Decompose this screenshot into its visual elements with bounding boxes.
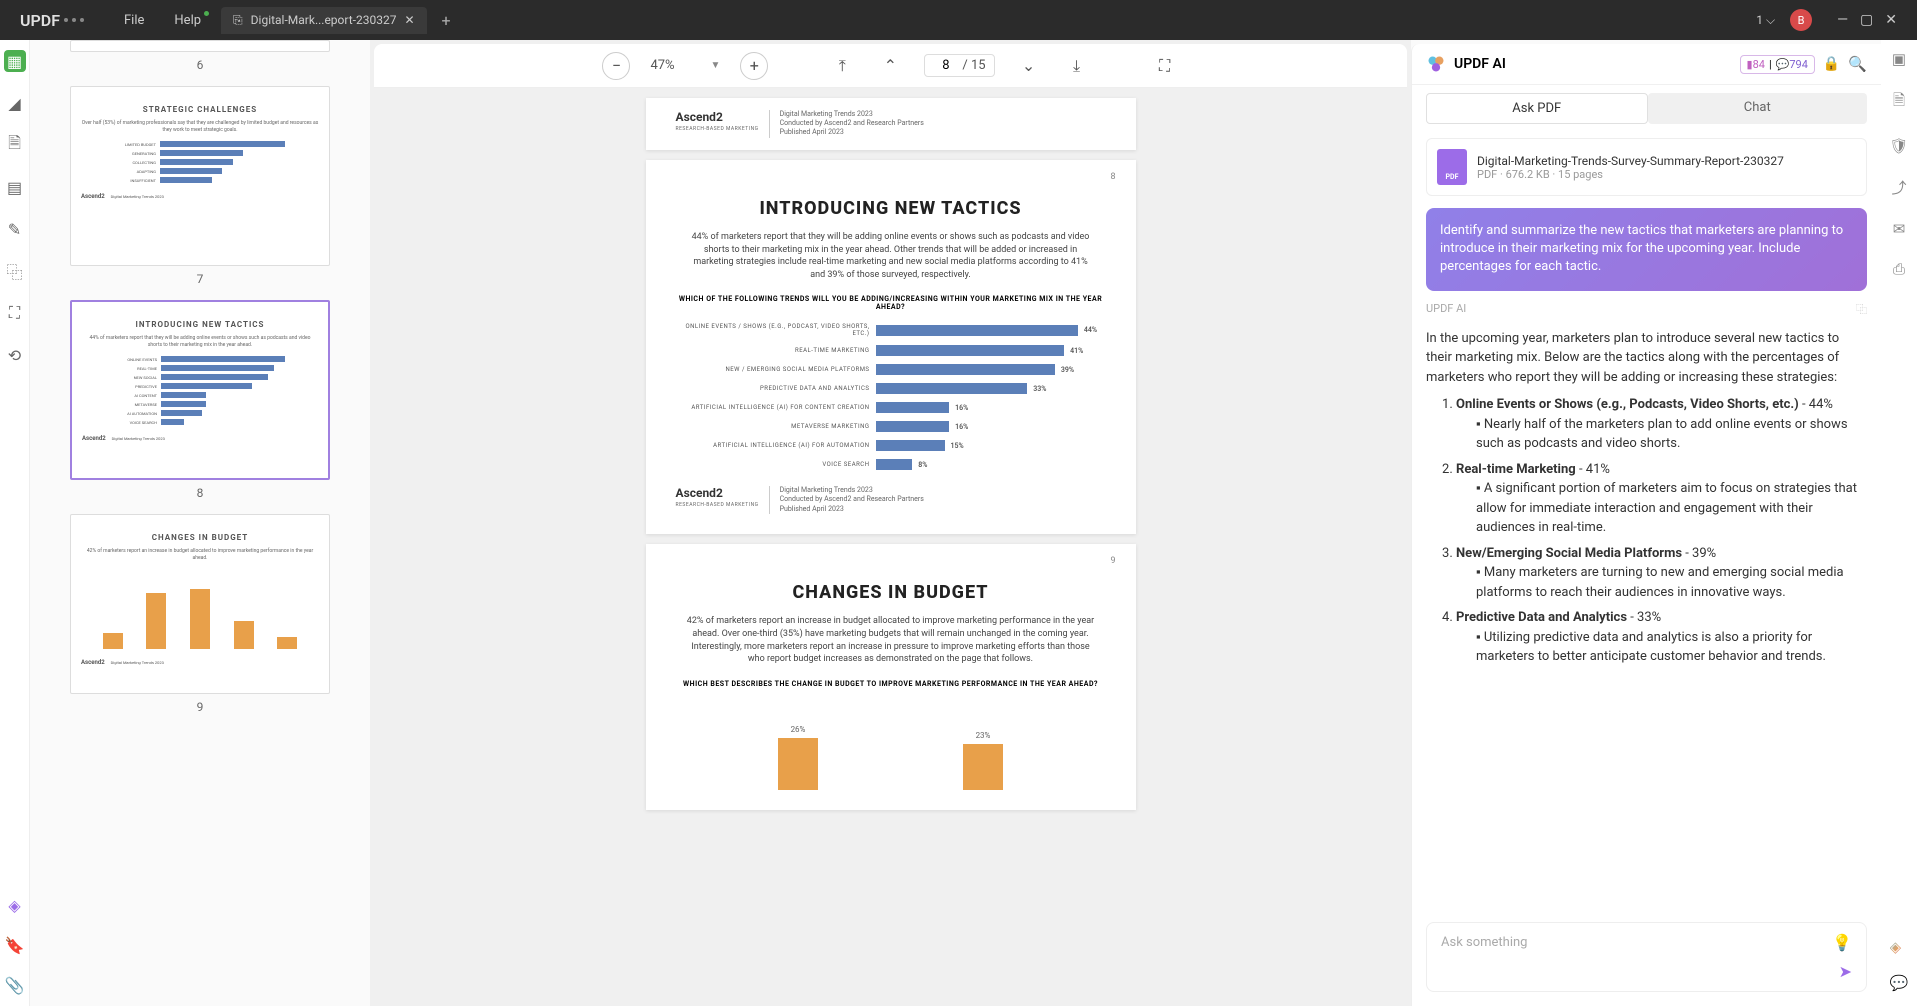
- ai-source-label: UPDF AI: [1426, 302, 1466, 315]
- note-icon[interactable]: 🗎: [4, 134, 26, 156]
- ai-panel: UPDF AI ▮84 | 💬794 🔒 🔍 Ask PDF Chat PDF …: [1411, 44, 1881, 1006]
- page-7-footer: Ascend2RESEARCH-BASED MARKETING Digital …: [646, 98, 1136, 150]
- bookmark-icon[interactable]: 🔖: [4, 934, 26, 956]
- zoom-in-button[interactable]: +: [740, 52, 768, 80]
- ai-input-box: Ask something 💡 ➤: [1426, 922, 1867, 992]
- menu-help[interactable]: Help: [174, 13, 201, 28]
- ai-file-card[interactable]: PDF Digital-Marketing-Trends-Survey-Summ…: [1426, 138, 1867, 196]
- ai-input[interactable]: Ask something: [1441, 935, 1527, 950]
- copy-icon[interactable]: ⿻: [4, 260, 26, 282]
- presentation-button[interactable]: ⛶: [1151, 52, 1179, 80]
- minimize-button[interactable]: —: [1837, 12, 1848, 28]
- ai-title: UPDF AI: [1454, 56, 1732, 72]
- protect-icon[interactable]: 🛡: [1889, 137, 1908, 155]
- menu-file[interactable]: File: [124, 13, 144, 28]
- thumb-number: 9: [70, 694, 330, 720]
- send-button[interactable]: ➤: [1839, 962, 1852, 981]
- tab-ask-pdf[interactable]: Ask PDF: [1426, 93, 1648, 124]
- pdf-icon: PDF: [1437, 149, 1467, 185]
- page-icon[interactable]: ▤: [4, 176, 26, 198]
- zoom-out-button[interactable]: −: [602, 52, 630, 80]
- edit-icon[interactable]: ✎: [4, 218, 26, 240]
- crop-icon[interactable]: ⛶: [4, 302, 26, 324]
- ai-file-name: Digital-Marketing-Trends-Survey-Summary-…: [1477, 154, 1784, 168]
- close-icon[interactable]: ✕: [404, 13, 414, 27]
- ai-file-meta: PDF · 676.2 KB · 15 pages: [1477, 168, 1784, 181]
- thumb-number: 8: [70, 480, 330, 506]
- lock-icon[interactable]: 🔒: [1823, 56, 1840, 72]
- tab-chat[interactable]: Chat: [1648, 93, 1868, 124]
- copy-icon[interactable]: ⿻: [1856, 301, 1867, 317]
- mail-icon[interactable]: ✉: [1893, 220, 1906, 238]
- ai-response: In the upcoming year, marketers plan to …: [1412, 321, 1881, 908]
- horizontal-bar-chart: ONLINE EVENTS / SHOWS (E.G., PODCAST, VI…: [676, 323, 1106, 470]
- zoom-dropdown-icon[interactable]: ▼: [710, 60, 720, 71]
- maximize-button[interactable]: ▢: [1860, 12, 1873, 28]
- thumb-number: 7: [70, 266, 330, 292]
- page-title: INTRODUCING NEW TACTICS: [676, 198, 1106, 219]
- attachment-icon[interactable]: 📎: [4, 974, 26, 996]
- document-viewer: − 47% ▼ + ⤒ ⌃ / 15 ⌄ ⤓ ⛶ Ascend2RESEARCH…: [370, 40, 1411, 1006]
- page-title: CHANGES IN BUDGET: [676, 582, 1106, 603]
- page-9: 9 CHANGES IN BUDGET 42% of marketers rep…: [646, 544, 1136, 809]
- thumbnail-page-7[interactable]: STRATEGIC CHALLENGES Over half (53%) of …: [70, 86, 330, 266]
- comment-icon[interactable]: 💬: [1890, 974, 1909, 992]
- add-tab-button[interactable]: +: [442, 11, 451, 30]
- left-tool-rail: ▦ ◢ 🗎 ▤ ✎ ⿻ ⛶ ⟲ ◈ 🔖 📎: [0, 40, 30, 1006]
- vertical-bar-chart: 26%23%: [676, 700, 1106, 790]
- search-icon[interactable]: 🔍: [1848, 55, 1867, 73]
- close-button[interactable]: ✕: [1885, 12, 1897, 28]
- viewer-toolbar: − 47% ▼ + ⤒ ⌃ / 15 ⌄ ⤓ ⛶: [374, 44, 1407, 88]
- tab-file-icon: ⎘: [233, 13, 243, 28]
- suggestions-icon[interactable]: 💡: [1832, 933, 1852, 952]
- print-icon[interactable]: ⎙: [1893, 260, 1905, 278]
- ocr-icon[interactable]: ▣: [1892, 50, 1906, 68]
- thumb-number: 6: [70, 52, 330, 78]
- highlighter-icon[interactable]: ◢: [4, 92, 26, 114]
- right-tool-rail: ▣ 🗎 🛡 ⤴ ✉ ⎙ ◈ 💬: [1881, 40, 1917, 1006]
- user-prompt: Identify and summarize the new tactics t…: [1426, 208, 1867, 291]
- share-icon[interactable]: ⤴: [1891, 177, 1906, 198]
- app-logo: UPDF: [0, 11, 104, 30]
- ai-credit-badge[interactable]: ▮84 | 💬794: [1740, 55, 1815, 74]
- thumbnail-page-6[interactable]: [70, 40, 330, 52]
- last-page-button[interactable]: ⤓: [1063, 52, 1091, 80]
- next-page-button[interactable]: ⌄: [1015, 52, 1043, 80]
- doc-icon[interactable]: 🗎: [1893, 90, 1905, 115]
- ai-logo-icon: [1426, 54, 1446, 74]
- thumbnail-panel: 6 STRATEGIC CHALLENGES Over half (53%) o…: [30, 40, 370, 1006]
- page-8: 8 INTRODUCING NEW TACTICS 44% of markete…: [646, 160, 1136, 534]
- thumbnail-page-8[interactable]: INTRODUCING NEW TACTICS 44% of marketers…: [70, 300, 330, 480]
- window-count[interactable]: 1 ⌵: [1756, 13, 1775, 28]
- layers-icon[interactable]: ◈: [4, 894, 26, 916]
- zoom-value: 47%: [650, 58, 690, 73]
- thumbnails-icon[interactable]: ▦: [4, 50, 26, 72]
- first-page-button[interactable]: ⤒: [828, 52, 856, 80]
- transform-icon[interactable]: ⟲: [4, 344, 26, 366]
- titlebar: UPDF File Help ⎘ Digital-Mark...eport-23…: [0, 0, 1917, 40]
- document-tab[interactable]: ⎘ Digital-Mark...eport-230327 ✕: [221, 7, 426, 34]
- prev-page-button[interactable]: ⌃: [876, 52, 904, 80]
- thumbnail-page-9[interactable]: CHANGES IN BUDGET 42% of marketers repor…: [70, 514, 330, 694]
- pages-scroll[interactable]: Ascend2RESEARCH-BASED MARKETING Digital …: [370, 88, 1411, 1006]
- user-avatar[interactable]: B: [1790, 9, 1812, 31]
- page-input[interactable]: [933, 58, 958, 73]
- tab-title: Digital-Mark...eport-230327: [251, 13, 397, 27]
- ai-toggle-icon[interactable]: ◈: [1890, 938, 1909, 956]
- page-indicator: / 15: [924, 54, 994, 77]
